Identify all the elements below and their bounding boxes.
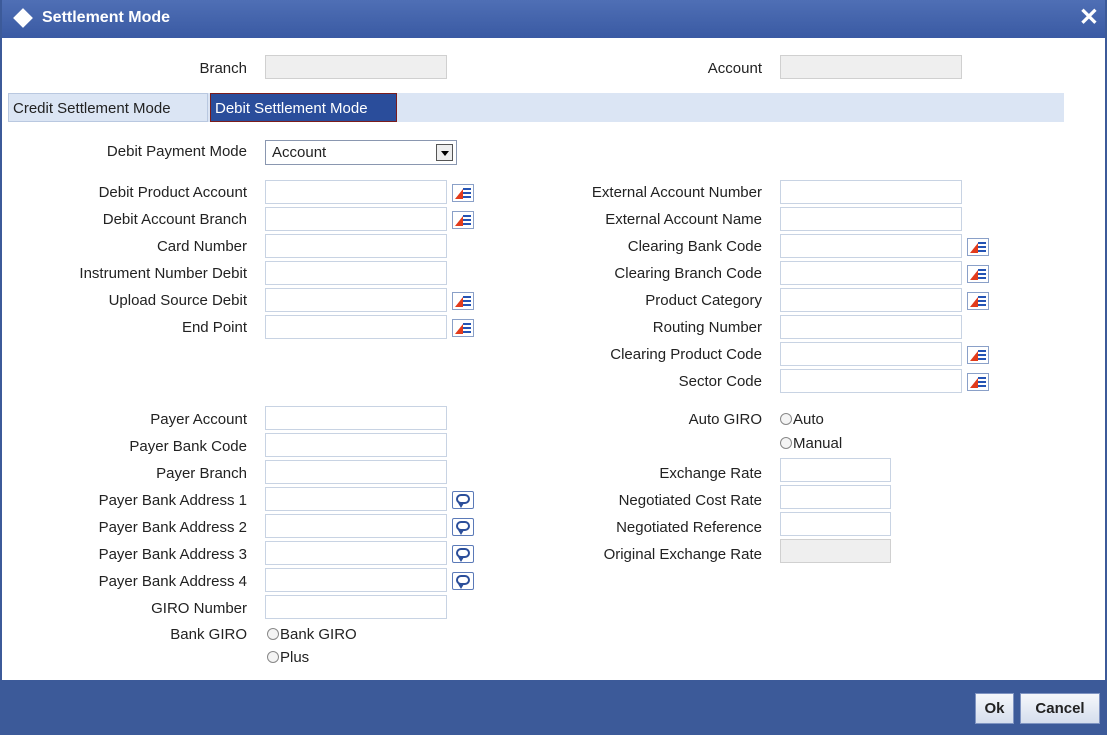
list-of-values-icon[interactable] [452,292,474,310]
clearing-product-code-field[interactable] [780,342,962,366]
radio-bank-giro[interactable]: Bank GIRO [267,626,357,643]
clearing-branch-code-label: Clearing Branch Code [614,265,762,282]
speech-bubble-icon[interactable] [452,545,474,563]
original-exchange-rate-field [780,539,891,563]
card-number-field[interactable] [265,234,447,258]
payer-bank-address-3-field[interactable] [265,541,447,565]
branch-field[interactable] [265,55,447,79]
external-account-number-label: External Account Number [591,184,762,201]
giro-number-label: GIRO Number [151,600,247,617]
routing-number-label: Routing Number [652,319,762,336]
negotiated-cost-rate-field[interactable] [780,485,891,509]
close-icon[interactable]: ✕ [1079,3,1099,32]
radio-auto-label: Auto [793,411,824,428]
payer-account-field[interactable] [265,406,447,430]
branch-label: Branch [199,60,247,77]
debit-product-account-field[interactable] [265,180,447,204]
payer-account-label: Payer Account [150,411,247,428]
original-exchange-rate-label: Original Exchange Rate [603,546,762,563]
settlement-mode-window: Settlement Mode ✕ Branch Account Credit … [0,0,1107,735]
debit-account-branch-label: Debit Account Branch [102,211,247,228]
radio-manual[interactable]: Manual [780,435,842,452]
radio-bank-giro-label: Bank GIRO [280,626,357,643]
list-of-values-icon[interactable] [452,184,474,202]
payer-branch-label: Payer Branch [156,465,247,482]
speech-bubble-icon[interactable] [452,572,474,590]
payer-bank-address-1-field[interactable] [265,487,447,511]
payer-branch-field[interactable] [265,460,447,484]
clearing-branch-code-field[interactable] [780,261,962,285]
list-of-values-icon[interactable] [967,265,989,283]
end-point-field[interactable] [265,315,447,339]
speech-bubble-icon[interactable] [452,518,474,536]
debit-payment-mode-select[interactable]: Account [265,140,457,165]
debit-account-branch-field[interactable] [265,207,447,231]
negotiated-reference-label: Negotiated Reference [616,519,762,536]
payer-bank-address-2-field[interactable] [265,514,447,538]
debit-product-account-label: Debit Product Account [98,184,247,201]
cancel-button[interactable]: Cancel [1020,693,1100,724]
title-bar: Settlement Mode ✕ [2,0,1105,38]
card-number-label: Card Number [156,238,247,255]
radio-plus[interactable]: Plus [267,649,309,666]
footer-bar: Ok Cancel [2,680,1105,735]
radio-circle[interactable] [267,628,279,640]
auto-giro-label: Auto GIRO [688,411,762,428]
list-of-values-icon[interactable] [967,346,989,364]
payer-bank-address-4-field[interactable] [265,568,447,592]
radio-auto[interactable]: Auto [780,411,824,428]
speech-bubble-icon[interactable] [452,491,474,509]
routing-number-field[interactable] [780,315,962,339]
instrument-number-debit-label: Instrument Number Debit [79,265,247,282]
radio-plus-label: Plus [280,649,310,666]
list-of-values-icon[interactable] [967,238,989,256]
payer-bank-code-field[interactable] [265,433,447,457]
tab-credit-settlement-mode[interactable]: Credit Settlement Mode [8,93,208,122]
giro-number-field[interactable] [265,595,447,619]
window-title: Settlement Mode [42,9,171,26]
exchange-rate-label: Exchange Rate [659,465,762,482]
negotiated-cost-rate-label: Negotiated Cost Rate [618,492,762,509]
ok-button[interactable]: Ok [975,693,1014,724]
external-account-name-label: External Account Name [605,211,762,228]
account-field[interactable] [780,55,962,79]
product-category-label: Product Category [645,292,762,309]
tab-strip: Credit Settlement Mode Debit Settlement … [8,93,1064,122]
list-of-values-icon[interactable] [967,373,989,391]
upload-source-debit-field[interactable] [265,288,447,312]
end-point-label: End Point [181,319,247,336]
debit-payment-mode-value: Account [272,144,327,161]
payer-bank-address-1-label: Payer Bank Address 1 [98,492,247,509]
negotiated-reference-field[interactable] [780,512,891,536]
list-of-values-icon[interactable] [967,292,989,310]
exchange-rate-field[interactable] [780,458,891,482]
payer-bank-address-4-label: Payer Bank Address 4 [98,573,247,590]
radio-circle[interactable] [780,413,792,425]
radio-circle[interactable] [267,651,279,663]
radio-circle[interactable] [780,437,792,449]
external-account-number-field[interactable] [780,180,962,204]
payer-bank-address-2-label: Payer Bank Address 2 [98,519,247,536]
bank-giro-label: Bank GIRO [170,626,247,643]
external-account-name-field[interactable] [780,207,962,231]
instrument-number-debit-field[interactable] [265,261,447,285]
radio-manual-label: Manual [793,435,843,452]
list-of-values-icon[interactable] [452,211,474,229]
chevron-down-icon[interactable] [436,144,453,161]
list-of-values-icon[interactable] [452,319,474,337]
sector-code-label: Sector Code [678,373,762,390]
clearing-bank-code-label: Clearing Bank Code [627,238,762,255]
sector-code-field[interactable] [780,369,962,393]
payer-bank-code-label: Payer Bank Code [129,438,247,455]
diamond-icon [13,8,33,28]
account-label: Account [707,60,762,77]
product-category-field[interactable] [780,288,962,312]
debit-payment-mode-label: Debit Payment Mode [106,143,247,160]
tab-debit-settlement-mode[interactable]: Debit Settlement Mode [210,93,397,122]
payer-bank-address-3-label: Payer Bank Address 3 [98,546,247,563]
upload-source-debit-label: Upload Source Debit [108,292,247,309]
clearing-product-code-label: Clearing Product Code [610,346,762,363]
clearing-bank-code-field[interactable] [780,234,962,258]
